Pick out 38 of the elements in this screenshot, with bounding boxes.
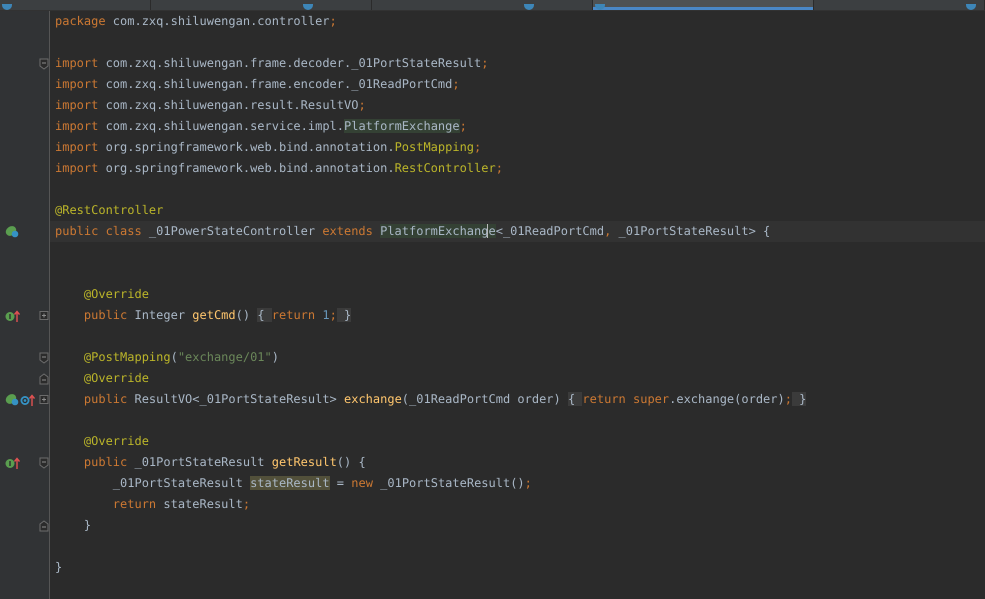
code-line: public _01PortStateResult getResult() { [82,454,366,471]
file-icon [2,4,12,10]
fold-end-icon[interactable] [39,372,49,384]
code-line: @PostMapping("exchange/01") [82,349,279,366]
overrides-arrow-icon[interactable] [20,393,35,406]
code-line: } [55,559,62,576]
code-line: package com.zxq.shiluwengan.controller; [55,13,337,30]
code-line: @Override [82,370,149,387]
code-line: import com.zxq.shiluwengan.result.ResultVO; [55,97,366,114]
fold-icon[interactable] [39,352,49,364]
editor-tab[interactable] [0,0,151,10]
code-line: import com.zxq.shiluwengan.frame.decoder._01PortStateResult; [55,55,488,72]
code-line: import org.springframework.web.bind.annotation.RestController; [55,160,503,177]
fold-icon[interactable] [39,456,49,468]
code-line: public class _01PowerStateController extends PlatformExchange<_01ReadPortCmd, _01PortStateResult> { [55,223,770,240]
code-line: import com.zxq.shiluwengan.frame.encoder._01ReadPortCmd; [55,76,460,93]
code-line: @Override [82,286,149,303]
code-line: } [82,517,92,534]
code-line: import com.zxq.shiluwengan.service.impl.PlatformExchange; [55,118,467,135]
file-icon [524,4,534,10]
implements-arrow-icon[interactable] [5,309,20,322]
file-icon [595,4,605,10]
code-line: public ResultVO<_01PortStateResult> exchange(_01ReadPortCmd order) { return super.exchange(order); } [82,391,806,408]
expand-icon[interactable] [39,394,49,406]
file-icon [303,4,313,10]
fold-end-icon[interactable] [39,520,49,532]
leaf-icon[interactable] [5,393,19,406]
fold-icon[interactable] [39,58,49,70]
expand-icon[interactable] [39,310,49,322]
file-icon [966,4,976,10]
implements-arrow-icon[interactable] [5,456,20,469]
code-line: public Integer getCmd() { return 1; } [82,307,352,324]
code-line: @Override [82,433,149,450]
code-line: import org.springframework.web.bind.annotation.PostMapping; [55,139,482,156]
code-line: _01PortStateResult stateResult = new _01PortStateResult(); [112,475,532,492]
code-line: return stateResult; [112,496,250,513]
leaf-icon[interactable] [5,225,19,238]
code-line: @RestController [55,202,164,219]
